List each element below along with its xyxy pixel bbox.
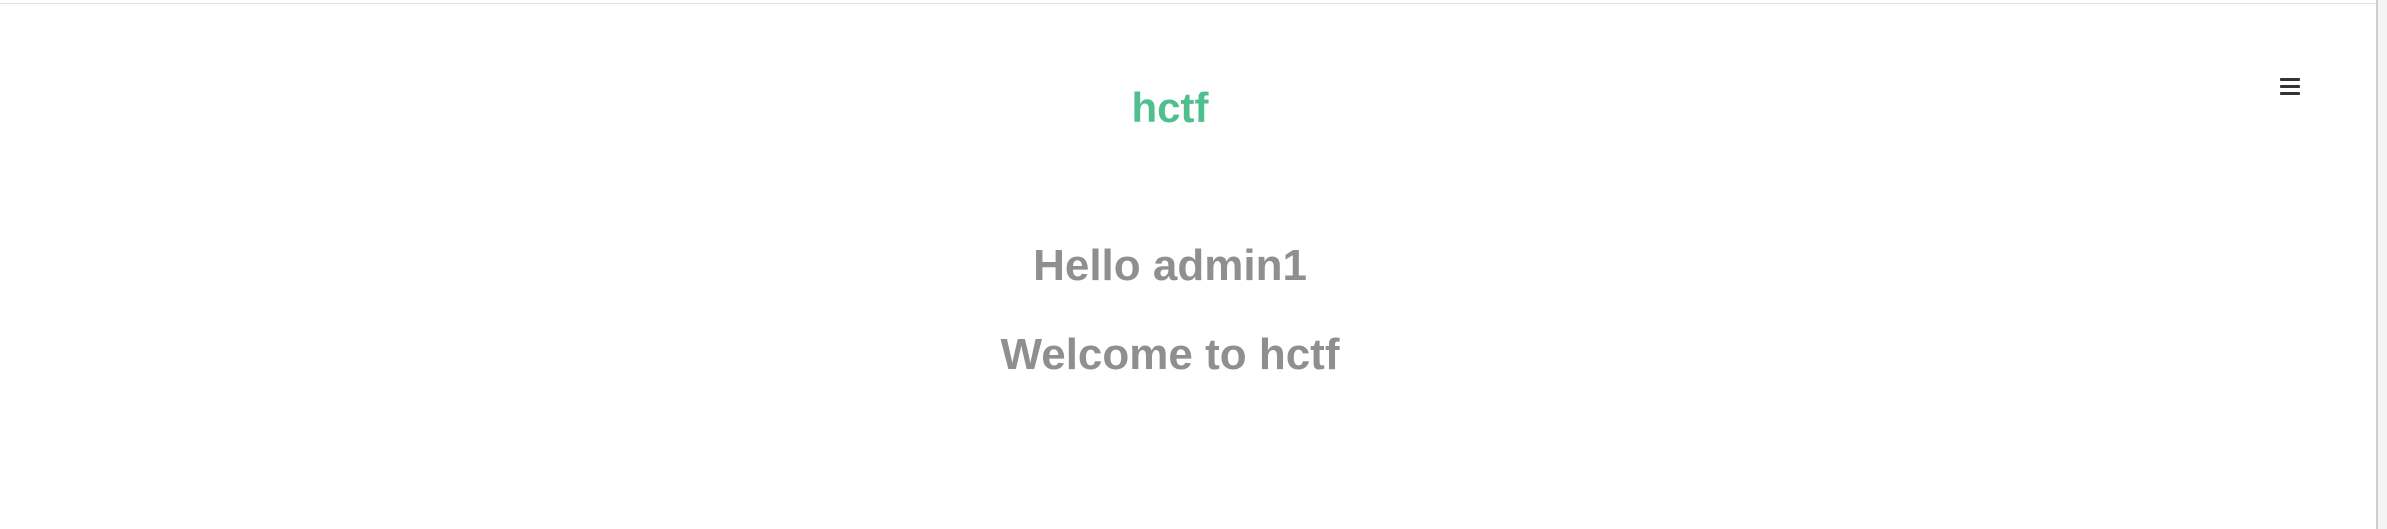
scrollbar-gutter[interactable] [2378, 0, 2387, 529]
browser-viewport: hctf Hello admin1 Welcome to hctf [0, 0, 2387, 529]
greeting-heading: Hello admin1 [1033, 241, 1307, 290]
page: hctf Hello admin1 Welcome to hctf [0, 4, 2376, 529]
menu-toggle-button[interactable] [2276, 72, 2304, 100]
hamburger-menu-icon [2280, 77, 2300, 95]
welcome-heading: Welcome to hctf [1000, 330, 1340, 379]
brand-logo-link[interactable]: hctf [1130, 82, 1210, 134]
